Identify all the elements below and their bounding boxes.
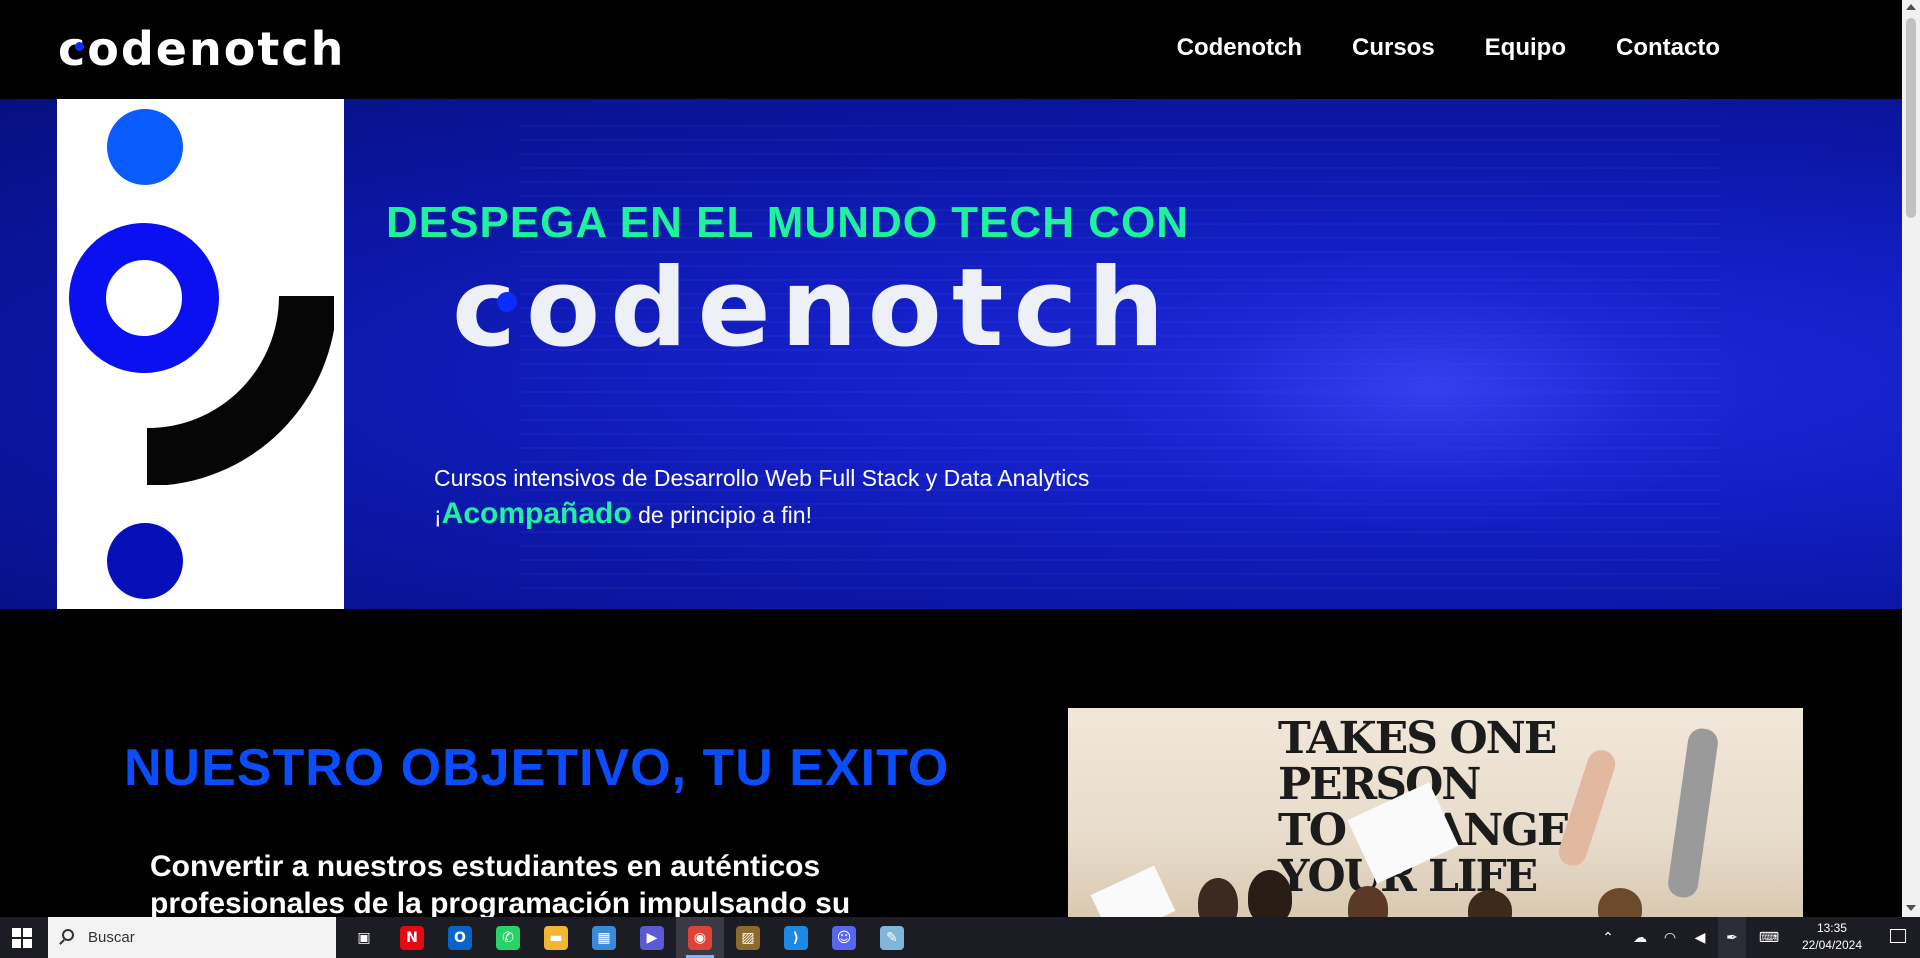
hero-line2-prefix: ¡	[434, 502, 442, 528]
logo-dot	[75, 42, 84, 51]
taskbar-app-button[interactable]: ✆	[484, 917, 532, 958]
taskbar-app-button[interactable]: ✎	[868, 917, 916, 958]
discord-icon: ☺	[832, 925, 856, 950]
hero-background-hand	[1120, 249, 1740, 529]
nav-link-equipo[interactable]: Equipo	[1485, 34, 1566, 62]
taskbar-app-button[interactable]: O	[436, 917, 484, 958]
hero-accent-word: Acompañado	[441, 497, 632, 530]
keyboard-icon[interactable]: ⌨	[1754, 917, 1784, 958]
person	[1248, 870, 1292, 918]
volume-icon[interactable]: ◀	[1688, 917, 1712, 958]
brand-arc	[147, 296, 334, 485]
outlook-icon: O	[448, 925, 472, 950]
main-nav: Codenotch Cursos Equipo Contacto	[1177, 34, 1720, 62]
brand-dot-top	[107, 109, 183, 185]
team-photo: TAKES ONE PERSON TO CHANGE YOUR LIFE	[1068, 708, 1803, 918]
taskbar-apps: ▣ N O ✆ ▬ ▦ ▶ ◉ ▨ ⟩ ☺ ✎	[340, 917, 916, 958]
person	[1598, 888, 1642, 918]
page: codenotch Codenotch Cursos Equipo Contac…	[0, 0, 1920, 958]
taskbar-clock[interactable]: 13:35 22/04/2024	[1802, 920, 1862, 954]
taskbar-app-button[interactable]: ▬	[532, 917, 580, 958]
taskbar-search-placeholder: Buscar	[88, 929, 135, 946]
power-automate-icon: ▶	[640, 925, 664, 950]
netflix-icon: N	[400, 925, 424, 950]
nav-link-cursos[interactable]: Cursos	[1352, 34, 1435, 62]
photos-icon: ▨	[736, 925, 760, 950]
taskbar-app-button[interactable]: ☺	[820, 917, 868, 958]
hero-banner: DESPEGA EN EL MUNDO TECH CON codenotch C…	[0, 99, 1902, 609]
taskbar-app-button[interactable]: ▶	[628, 917, 676, 958]
taskbar-app-button[interactable]: ⟩	[772, 917, 820, 958]
scroll-up-arrow-icon[interactable]	[1906, 4, 1916, 10]
hero-line2-suffix: de principio a fin!	[631, 502, 812, 528]
brand-graphic-panel	[57, 99, 344, 609]
taskbar-search-box[interactable]: Buscar	[48, 917, 336, 958]
taskbar-app-button[interactable]: ▣	[340, 917, 388, 958]
taskbar-app-button[interactable]: ▦	[580, 917, 628, 958]
notifications-icon[interactable]	[1890, 929, 1906, 943]
search-icon	[62, 929, 74, 941]
page-scrollbar[interactable]	[1902, 0, 1920, 917]
site-logo-text: codenotch	[58, 22, 346, 76]
hero-subtitle: Cursos intensivos de Desarrollo Web Full…	[434, 465, 1090, 491]
wifi-icon[interactable]: ◠	[1658, 917, 1682, 958]
file-explorer-icon: ▬	[544, 925, 568, 950]
windows-taskbar: Buscar ▣ N O ✆ ▬ ▦ ▶ ◉ ▨ ⟩ ☺ ✎ ⌃ ☁ ◠ ◀ ✒ ⌨ 13:35 22…	[0, 917, 1920, 958]
clock-time: 13:35	[1816, 921, 1847, 935]
scroll-down-arrow-icon[interactable]	[1906, 905, 1916, 911]
hero-brand-logo: codenotch	[452, 246, 1175, 371]
nav-link-codenotch[interactable]: Codenotch	[1177, 34, 1302, 62]
windows-start-icon[interactable]	[12, 928, 32, 948]
scroll-thumb[interactable]	[1906, 18, 1916, 218]
taskbar-app-button[interactable]: N	[388, 917, 436, 958]
top-navbar: codenotch Codenotch Cursos Equipo Contac…	[0, 0, 1902, 99]
hero-logo-dot	[497, 292, 517, 312]
task-view-icon: ▣	[352, 925, 376, 950]
objective-text: Convertir a nuestros estudiantes en auté…	[150, 850, 851, 920]
show-hidden-icons-chevron-icon[interactable]: ⌃	[1596, 917, 1620, 958]
vscode-icon: ⟩	[784, 925, 808, 950]
chrome-icon: ◉	[688, 925, 712, 950]
person	[1198, 878, 1238, 918]
pen-icon[interactable]: ✒	[1718, 917, 1746, 958]
microsoft-store-icon: ▦	[592, 925, 616, 950]
nav-link-contacto[interactable]: Contacto	[1616, 34, 1720, 62]
site-logo[interactable]: codenotch	[58, 22, 345, 76]
whatsapp-icon: ✆	[496, 925, 520, 950]
taskbar-app-button[interactable]: ▨	[724, 917, 772, 958]
raised-arm	[1666, 726, 1720, 900]
brand-dot-bottom	[107, 523, 183, 599]
wall-sign-line: TAKES ONE	[1278, 713, 1557, 764]
hero-tagline: DESPEGA EN EL MUNDO TECH CON	[386, 198, 1189, 247]
objective-title: NUESTRO OBJETIVO, TU EXITO	[124, 739, 950, 797]
certificate-paper	[1090, 865, 1176, 918]
hero-accompanied-line: ¡Acompañado de principio a fin!	[434, 497, 812, 531]
taskbar-app-button[interactable]: ◉	[676, 917, 724, 958]
notepad-icon: ✎	[880, 925, 904, 950]
clock-date: 22/04/2024	[1801, 938, 1862, 952]
onedrive-icon[interactable]: ☁	[1628, 917, 1652, 958]
